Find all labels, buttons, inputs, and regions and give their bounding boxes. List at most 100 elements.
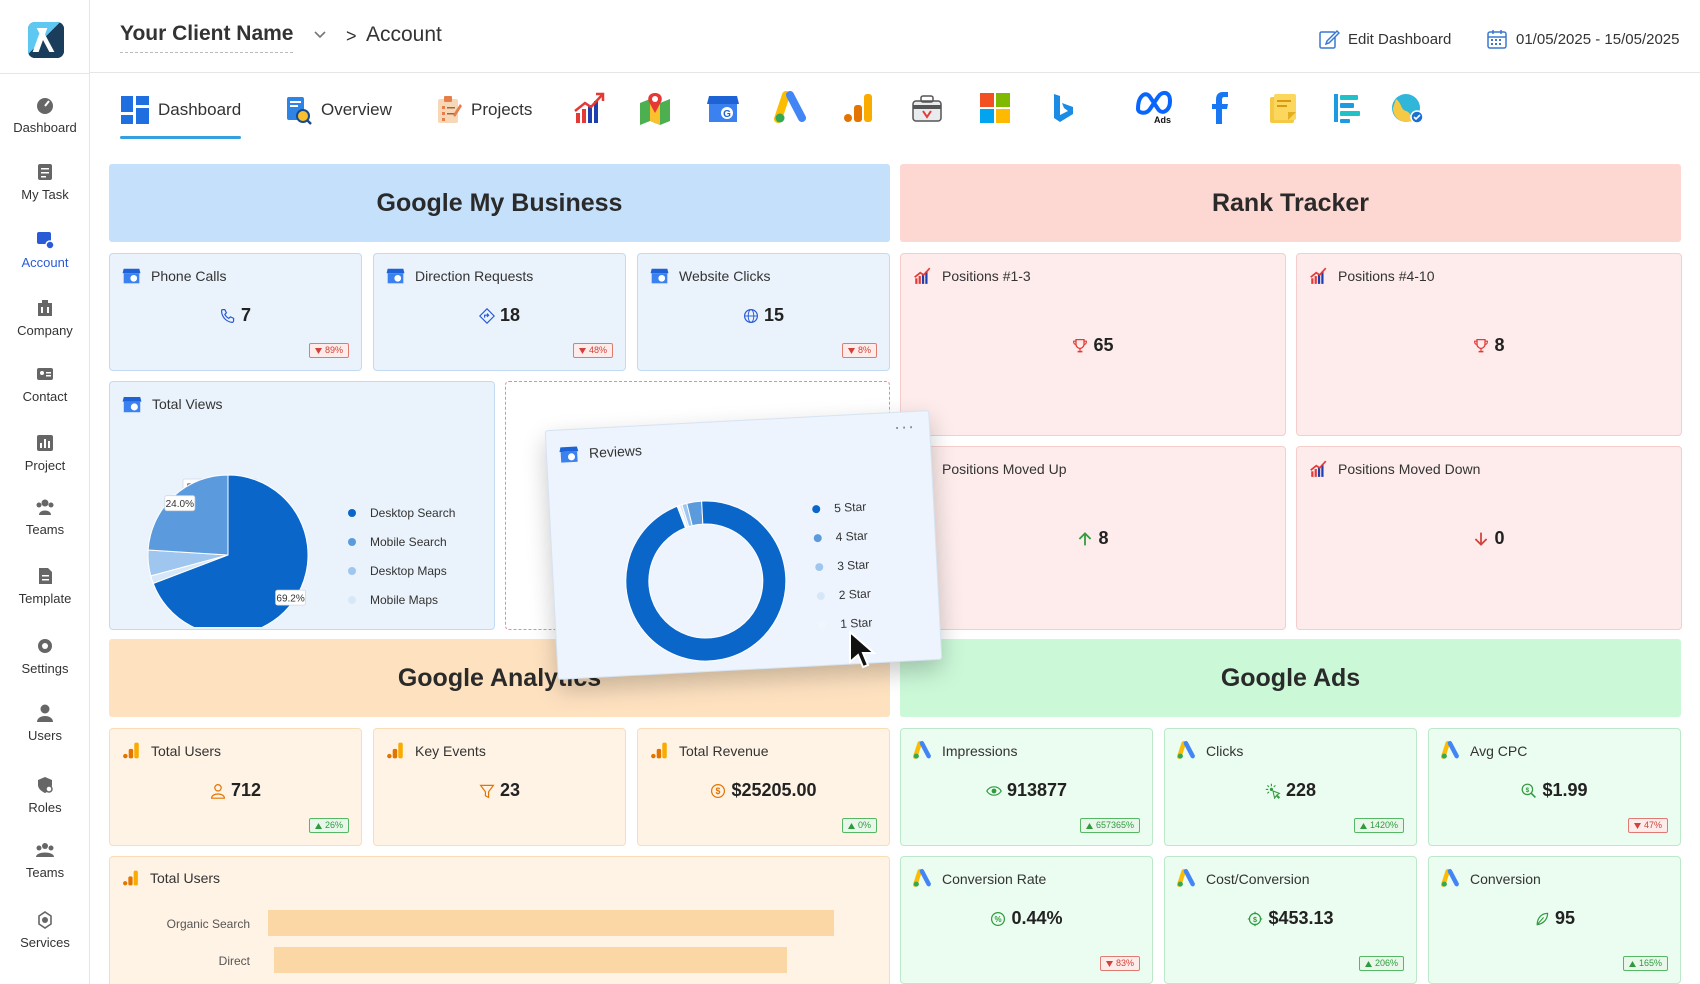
sidebar-item-label: Project (24, 458, 66, 473)
card-header: Positions Moved Down (1309, 459, 1480, 478)
sidebar-item-label: Teams (25, 865, 65, 880)
facebook-icon[interactable] (1204, 91, 1238, 125)
sidebar-item-label: Account (21, 255, 69, 270)
tasks-list-icon[interactable] (1330, 91, 1364, 125)
sidebar-item-roles[interactable]: Roles (0, 775, 90, 817)
card-value-text: $25205.00 (731, 780, 817, 800)
analytics-globe-icon[interactable] (1390, 91, 1424, 125)
tab-dashboard[interactable]: Dashboard (120, 91, 242, 139)
project-chart-icon (37, 435, 53, 451)
sidebar-item-template[interactable]: Template (0, 566, 90, 608)
card-value-text: 7 (240, 305, 251, 325)
card-header: Positions Moved Up (913, 459, 1067, 478)
sidebar-item-my-task[interactable]: My Task (0, 162, 90, 204)
card-title: Total Revenue (679, 742, 769, 759)
projects-clipboard-icon (438, 96, 462, 123)
sidebar-item-teams[interactable]: Teams (0, 840, 90, 882)
bar-organic-search[interactable] (268, 910, 834, 936)
card-value: 8 (1297, 335, 1681, 356)
trend-badge: 26% (308, 818, 349, 833)
google-my-business-icon[interactable]: G (706, 91, 740, 125)
positions-1-3-card[interactable]: Positions #1-3 65 (900, 253, 1286, 436)
sidebar-item-settings[interactable]: Settings (0, 636, 90, 678)
rank-tracker-icon (1310, 267, 1327, 284)
pie-slice-mobile-search[interactable] (147, 474, 229, 556)
card-title: Cost/Conversion (1206, 870, 1310, 887)
trend-badge-text: 83% (1115, 958, 1134, 968)
trend-badge-text: 48% (588, 345, 607, 355)
positions-moved-down-card[interactable]: Positions Moved Down 0 (1296, 446, 1682, 630)
sidebar-item-users[interactable]: Users (0, 703, 90, 745)
chevron-down-icon[interactable] (312, 26, 328, 42)
total-users-chart-card[interactable]: Total Users Organic Search Direct (109, 856, 890, 984)
gmb-icon (559, 446, 579, 463)
sidebar-item-project[interactable]: Project (0, 433, 90, 475)
sidebar-item-label: My Task (21, 187, 69, 202)
sidebar-item-services[interactable]: Services (0, 910, 90, 952)
microsoft-icon[interactable] (978, 91, 1012, 125)
reviews-card-dragging[interactable]: ··· Reviews 5 Star 4 Star 3 Star 2 Star 1 St… (544, 410, 943, 680)
pie-slice-5-star[interactable] (622, 497, 790, 665)
google-analytics-icon (123, 870, 138, 886)
total-views-card[interactable]: Total Views 1.6%5.2%24.0%69.2%Desktop Se… (109, 381, 495, 630)
google-ads-icon[interactable] (774, 91, 808, 125)
legend-item-desktop-search[interactable]: Desktop Search (348, 506, 455, 520)
clicks-card[interactable]: Clicks 228 1420% (1164, 728, 1417, 846)
trend-badge-text: 657365% (1095, 820, 1134, 830)
mouse-cursor-icon (849, 630, 877, 669)
app-logo[interactable] (28, 22, 64, 58)
sidebar-item-account[interactable]: Account (0, 230, 90, 272)
positions-moved-up-card[interactable]: Positions Moved Up 8 (900, 446, 1286, 630)
card-title: Clicks (1206, 742, 1244, 759)
rank-tracker-icon[interactable] (572, 91, 606, 125)
card-value: 228 (1165, 780, 1416, 801)
impressions-card[interactable]: Impressions 913877 657365% (900, 728, 1153, 846)
tab-projects[interactable]: Projects (435, 91, 532, 129)
phone-icon (220, 308, 235, 323)
trend-badge-text: 165% (1638, 958, 1662, 968)
card-title: Conversion (1470, 870, 1541, 887)
website-clicks-card[interactable]: Website Clicks 15 8% (637, 253, 890, 371)
sidebar-item-label: Services (20, 935, 70, 950)
sidebar-item-label: Settings (21, 661, 69, 676)
edit-dashboard-button[interactable]: Edit Dashboard (1318, 26, 1451, 52)
bar-direct[interactable] (274, 947, 788, 973)
legend-item-5-star[interactable]: 5 Star (812, 500, 867, 517)
direction-requests-card[interactable]: Direction Requests 18 48% (373, 253, 626, 371)
legend-item-mobile-search[interactable]: Mobile Search (348, 535, 447, 549)
sidebar-item-company[interactable]: Company (0, 298, 90, 340)
total-revenue-card[interactable]: Total Revenue $ $25205.00 0% (637, 728, 890, 846)
card-value: 23 (374, 780, 625, 801)
client-selector[interactable]: Your Client Name (120, 22, 294, 53)
conversion-rate-card[interactable]: Conversion Rate% 0.44% 83% (900, 856, 1153, 984)
total-users-card[interactable]: Total Users 712 26% (109, 728, 362, 846)
sidebar-item-contact[interactable]: Contact (0, 364, 90, 406)
legend-item-2-star[interactable]: 2 Star (816, 586, 871, 603)
tab-overview[interactable]: Overview (285, 91, 392, 129)
legend-item-3-star[interactable]: 3 Star (815, 557, 870, 574)
cost-conversion-card[interactable]: Cost/Conversion $ $453.13 206% (1164, 856, 1417, 984)
notes-icon[interactable] (1266, 91, 1300, 125)
key-events-card[interactable]: Key Events 23 (373, 728, 626, 846)
caret-up-icon (1359, 822, 1367, 829)
bing-icon[interactable] (1046, 91, 1080, 125)
trend-badge: 47% (1627, 818, 1668, 833)
legend-item-mobile-maps[interactable]: Mobile Maps (348, 593, 438, 607)
legend-item-desktop-maps[interactable]: Desktop Maps (348, 564, 447, 578)
tab-meta-ads[interactable]: Ads (1134, 87, 1174, 129)
date-range-picker[interactable]: 01/05/2025 - 15/05/2025 (1486, 26, 1679, 52)
sidebar-item-teams[interactable]: Teams (0, 497, 90, 539)
sidebar-item-dashboard[interactable]: Dashboard (0, 95, 90, 137)
card-value-text: 0 (1494, 528, 1505, 548)
card-header: Avg CPC (1441, 741, 1527, 760)
phone-calls-card[interactable]: Phone Calls 7 89% (109, 253, 362, 371)
google-maps-icon[interactable] (638, 91, 672, 125)
more-options-icon[interactable]: ··· (894, 416, 916, 438)
legend-item-4-star[interactable]: 4 Star (813, 528, 868, 545)
avg-cpc-card[interactable]: Avg CPC $ $1.99 47% (1428, 728, 1681, 846)
conversion-card[interactable]: Conversion 95 165% (1428, 856, 1681, 984)
google-analytics-icon[interactable] (842, 91, 876, 125)
trend-badge: 83% (1099, 956, 1140, 971)
toolbox-icon[interactable] (910, 91, 944, 125)
positions-4-10-card[interactable]: Positions #4-10 8 (1296, 253, 1682, 436)
